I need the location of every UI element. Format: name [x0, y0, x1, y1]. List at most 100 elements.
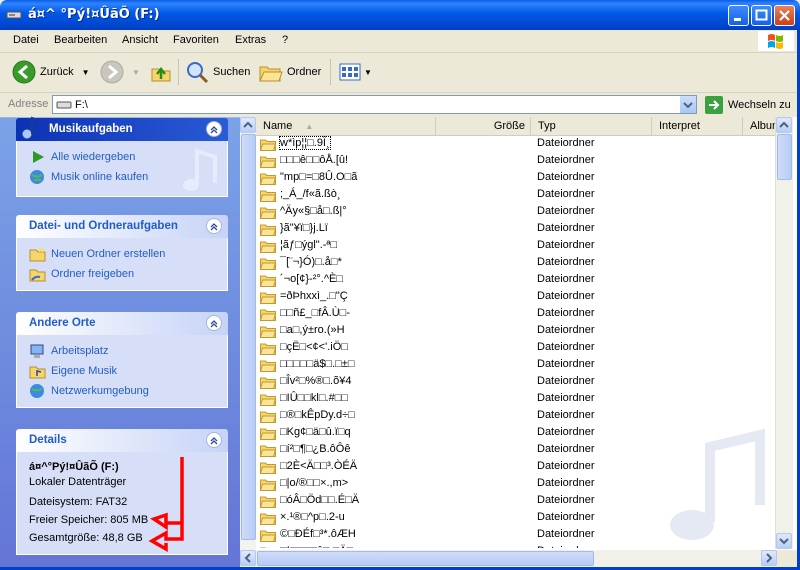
file-name: ¦ãƒ□ýgl".-ª□ — [280, 239, 338, 251]
chevron-left-icon — [244, 553, 251, 563]
folder-icon — [260, 360, 276, 372]
list-item[interactable]: □□□ê□□ôÅ.[û! Dateiordner — [256, 153, 776, 170]
back-dropdown-icon[interactable]: ▼ — [82, 68, 90, 77]
menu-help[interactable]: ? — [282, 34, 288, 46]
column-size[interactable]: Größe — [436, 117, 531, 135]
list-item[interactable]: □®□kÊpDy.d÷□ Dateiordner — [256, 408, 776, 425]
folder-icon — [260, 156, 276, 168]
file-name: □í²□¶□¿B.ôÔê — [280, 443, 351, 455]
toolbar-separator — [330, 59, 331, 85]
column-artist[interactable]: Interpret — [652, 117, 743, 135]
other-places-header[interactable]: Andere Orte — [16, 312, 228, 335]
address-input[interactable]: F:\ — [52, 95, 697, 114]
menu-extras[interactable]: Extras — [235, 34, 266, 46]
list-item[interactable]: ¦ãƒ□ýgl".-ª□ Dateiordner — [256, 238, 776, 255]
up-folder-icon — [151, 66, 171, 82]
list-item[interactable]: "mp□=□8Û.O□ã Dateiordner — [256, 170, 776, 187]
vertical-scroll-thumb[interactable] — [777, 134, 792, 180]
globe-icon — [30, 170, 44, 184]
list-item[interactable]: □a□,ý±ro.(»H Dateiordner — [256, 323, 776, 340]
list-item[interactable]: }ã"¥ï□}j.Lï Dateiordner — [256, 221, 776, 238]
search-button[interactable]: Suchen — [185, 59, 250, 85]
music-watermark-icon — [183, 148, 217, 191]
file-name: □óÂ□Öd□□.É□Ä — [280, 494, 360, 506]
share-folder-icon — [29, 269, 46, 282]
column-name[interactable]: Name ▲ — [256, 117, 436, 135]
my-music-link[interactable]: Eigene Musik — [17, 361, 227, 381]
column-type[interactable]: Typ — [531, 117, 652, 135]
new-folder-link[interactable]: Neuen Ordner erstellen — [17, 244, 227, 264]
file-type: Dateiordner — [537, 528, 595, 540]
go-button[interactable]: Wechseln zu — [705, 96, 791, 114]
collapse-places-button[interactable] — [206, 315, 222, 331]
collapse-file-button[interactable] — [206, 218, 222, 234]
list-item[interactable]: □çË□<¢<'.iÖ□ Dateiordner — [256, 340, 776, 357]
music-tasks-header[interactable]: Musikaufgaben — [16, 116, 228, 141]
splitter-thumb[interactable] — [241, 134, 256, 540]
file-name: □□□□□ä$□.□±□ — [280, 358, 355, 370]
folders-icon — [259, 66, 283, 82]
views-dropdown-icon[interactable]: ▼ — [364, 68, 372, 77]
back-button[interactable]: Zurück ▼ — [12, 59, 90, 85]
list-item[interactable]: □□ñ£_□fÂ.Ù□- Dateiordner — [256, 306, 776, 323]
list-item[interactable]: □Îv²□%®□.õ¥4 Dateiordner — [256, 374, 776, 391]
my-computer-label: Arbeitsplatz — [51, 345, 109, 357]
folder-icon — [260, 173, 276, 185]
back-label: Zurück — [40, 66, 74, 78]
file-type: Dateiordner — [537, 375, 595, 387]
title-bar[interactable]: á¤^ °Pý!¤ÛãÕ (F:) — [0, 0, 800, 30]
folder-icon — [260, 394, 276, 406]
close-button[interactable] — [774, 5, 795, 26]
folder-icon — [260, 275, 276, 287]
list-item[interactable]: □□□□□ä$□.□±□ Dateiordner — [256, 357, 776, 374]
folder-icon — [260, 411, 276, 423]
other-places-title: Andere Orte — [29, 317, 96, 329]
folder-icon — [260, 258, 276, 270]
folders-button[interactable]: Ordner — [259, 59, 321, 85]
network-link[interactable]: Netzwerkumgebung — [17, 381, 227, 401]
forward-dropdown-icon[interactable]: ▼ — [132, 68, 140, 77]
file-name: □Kg¢□ä□û.ï□q — [280, 426, 351, 438]
computer-icon — [30, 344, 44, 358]
scroll-up-button[interactable] — [776, 117, 792, 133]
minimize-button[interactable] — [728, 5, 749, 26]
list-item[interactable]: =ðÞhxxì_.□"Ç Dateiordner — [256, 289, 776, 306]
go-label: Wechseln zu — [728, 99, 791, 111]
horizontal-scrollbar[interactable] — [240, 550, 777, 567]
horizontal-scroll-thumb[interactable] — [257, 551, 594, 566]
file-name: "mp□=□8Û.O□ã — [280, 171, 358, 183]
folder-icon — [260, 377, 276, 389]
resize-grip[interactable] — [777, 550, 797, 567]
list-item[interactable]: ´¬o[¢}-²°.^È□ Dateiordner — [256, 272, 776, 289]
folder-icon — [260, 292, 276, 304]
menu-favoriten[interactable]: Favoriten — [173, 34, 219, 46]
scroll-left-button[interactable] — [240, 550, 256, 566]
file-name: □®□kÊpDy.d÷□ — [280, 409, 355, 421]
scroll-right-button[interactable] — [761, 550, 777, 566]
file-name: ´¬o[¢}-²°.^È□ — [280, 273, 343, 285]
up-folder-button[interactable] — [150, 59, 172, 85]
splitter-scroll-up[interactable] — [240, 117, 256, 133]
details-header[interactable]: Details — [16, 429, 228, 452]
menu-datei[interactable]: Datei — [13, 34, 39, 46]
address-dropdown-button[interactable] — [679, 96, 696, 113]
list-item[interactable]: w*ìp¦¦□.9Ï¸ Dateiordner — [256, 136, 776, 153]
my-computer-link[interactable]: Arbeitsplatz — [17, 341, 227, 361]
list-item[interactable]: □IÛ□□kl□.#□□ Dateiordner — [256, 391, 776, 408]
file-type: Dateiordner — [537, 341, 595, 353]
list-item[interactable]: ^Äy«§□å□.ß|° Dateiordner — [256, 204, 776, 221]
list-item[interactable]: ;_Á_/f«ã.ßò¸ Dateiordner — [256, 187, 776, 204]
file-tasks-header[interactable]: Datei- und Ordneraufgaben — [16, 215, 228, 238]
views-button[interactable]: ▼ — [338, 59, 372, 85]
list-item[interactable]: ¯[¨¬}Ó)□.å□* Dateiordner — [256, 255, 776, 272]
maximize-button[interactable] — [751, 5, 772, 26]
menu-ansicht[interactable]: Ansicht — [122, 34, 158, 46]
file-name: =ðÞhxxì_.□"Ç — [280, 290, 348, 302]
share-folder-link[interactable]: Ordner freigeben — [17, 264, 227, 284]
collapse-details-button[interactable] — [206, 432, 222, 448]
pane-splitter[interactable] — [240, 117, 256, 567]
menu-bearbeiten[interactable]: Bearbeiten — [54, 34, 107, 46]
other-places-panel: Andere Orte Arbeitsplatz Eigene Musik Ne… — [16, 312, 228, 408]
forward-button[interactable]: ▼ — [100, 59, 140, 85]
collapse-music-button[interactable] — [206, 121, 222, 137]
